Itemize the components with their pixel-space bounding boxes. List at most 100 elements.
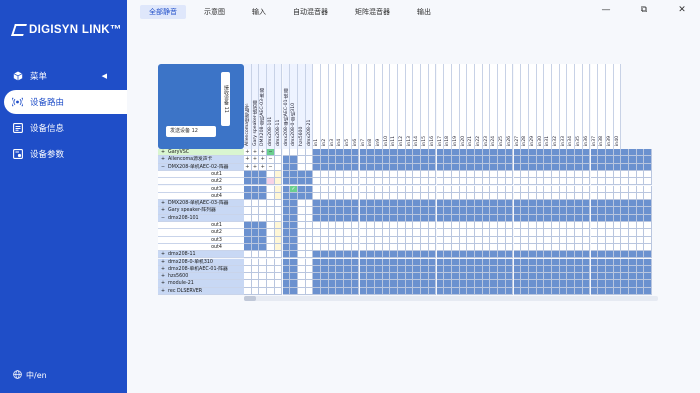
matrix-cell[interactable] (390, 214, 398, 222)
matrix-cell[interactable] (598, 207, 606, 215)
matrix-cell[interactable] (244, 178, 252, 186)
matrix-cell[interactable] (244, 200, 252, 208)
matrix-cell[interactable] (459, 170, 468, 179)
matrix-cell[interactable] (405, 170, 414, 179)
matrix-cell[interactable] (467, 207, 475, 215)
matrix-cell[interactable] (521, 287, 529, 295)
matrix-cell[interactable] (505, 258, 514, 266)
matrix-cell[interactable] (590, 149, 599, 157)
matrix-cell[interactable] (282, 243, 291, 252)
matrix-cell[interactable] (521, 185, 529, 193)
matrix-cell[interactable] (274, 170, 283, 179)
matrix-cell[interactable] (498, 192, 506, 201)
tab-input[interactable]: 输入 (243, 5, 275, 19)
matrix-cell[interactable] (267, 258, 275, 266)
matrix-cell[interactable] (351, 156, 360, 164)
matrix-cell[interactable] (328, 236, 337, 244)
matrix-cell[interactable] (629, 156, 637, 164)
matrix-cell[interactable] (244, 229, 252, 237)
matrix-cell[interactable] (513, 192, 522, 201)
matrix-cell[interactable] (421, 170, 429, 179)
matrix-cell[interactable] (367, 229, 375, 237)
matrix-cell[interactable] (297, 265, 306, 274)
matrix-cell[interactable] (613, 178, 622, 186)
matrix-cell[interactable] (559, 287, 568, 295)
matrix-cell[interactable] (428, 258, 437, 266)
matrix-cell[interactable] (421, 214, 429, 222)
matrix-cell[interactable] (490, 236, 499, 244)
matrix-cell[interactable] (244, 222, 252, 230)
matrix-cell[interactable] (528, 258, 537, 266)
matrix-cell[interactable] (244, 207, 252, 215)
matrix-cell[interactable] (644, 207, 653, 215)
matrix-cell[interactable] (282, 185, 291, 193)
matrix-cell[interactable] (482, 156, 491, 164)
matrix-cell[interactable] (629, 178, 637, 186)
matrix-cell[interactable] (552, 229, 560, 237)
matrix-cell[interactable] (328, 170, 337, 179)
matrix-cell[interactable] (359, 222, 368, 230)
matrix-cell[interactable] (413, 251, 422, 259)
matrix-cell[interactable] (605, 214, 614, 222)
matrix-cell[interactable] (428, 156, 437, 164)
matrix-cell[interactable] (313, 156, 321, 164)
matrix-cell[interactable] (552, 214, 560, 222)
matrix-cell[interactable] (544, 163, 552, 171)
matrix-cell[interactable] (244, 185, 252, 193)
matrix-cell[interactable] (629, 287, 637, 295)
matrix-cell[interactable] (552, 149, 560, 157)
matrix-cell[interactable] (629, 214, 637, 222)
matrix-cell[interactable] (536, 214, 545, 222)
matrix-cell[interactable] (482, 280, 491, 288)
matrix-cell[interactable] (575, 229, 583, 237)
matrix-cell[interactable] (528, 214, 537, 222)
matrix-cell[interactable] (405, 287, 414, 295)
matrix-cell[interactable] (367, 200, 375, 208)
matrix-cell[interactable] (344, 243, 352, 252)
matrix-cell[interactable] (605, 185, 614, 193)
matrix-cell[interactable] (644, 222, 653, 230)
matrix-cell[interactable] (267, 214, 275, 222)
matrix-cell[interactable] (274, 214, 283, 222)
matrix-cell[interactable] (482, 229, 491, 237)
matrix-cell[interactable] (436, 280, 445, 288)
matrix-cell[interactable] (367, 236, 375, 244)
matrix-cell[interactable] (282, 156, 291, 164)
matrix-cell[interactable] (428, 236, 437, 244)
row-device-label[interactable]: + DMX208-单机AEC-03-阵器 (158, 200, 244, 208)
matrix-cell[interactable] (498, 207, 506, 215)
matrix-cell[interactable] (590, 192, 599, 201)
matrix-cell[interactable] (321, 243, 329, 252)
matrix-cell[interactable] (505, 192, 514, 201)
expand-icon[interactable]: + (158, 280, 168, 286)
matrix-cell[interactable] (490, 222, 499, 230)
matrix-cell[interactable] (475, 185, 483, 193)
matrix-cell[interactable] (490, 207, 499, 215)
matrix-cell[interactable] (451, 265, 460, 274)
matrix-cell[interactable] (528, 229, 537, 237)
matrix-cell[interactable] (436, 243, 445, 252)
matrix-cell[interactable] (297, 251, 306, 259)
matrix-cell[interactable] (513, 222, 522, 230)
matrix-cell[interactable] (367, 170, 375, 179)
matrix-cell[interactable] (498, 236, 506, 244)
matrix-cell[interactable] (328, 192, 337, 201)
matrix-cell[interactable] (274, 222, 283, 230)
matrix-cell[interactable] (513, 243, 522, 252)
matrix-cell[interactable] (305, 251, 314, 259)
matrix-cell[interactable] (498, 273, 506, 281)
matrix-cell[interactable] (636, 214, 645, 222)
matrix-cell[interactable] (251, 222, 260, 230)
matrix-cell[interactable] (451, 258, 460, 266)
expand-icon[interactable]: + (158, 149, 168, 155)
matrix-cell[interactable] (521, 222, 529, 230)
matrix-cell[interactable] (451, 149, 460, 157)
matrix-cell[interactable] (321, 192, 329, 201)
matrix-cell[interactable] (244, 258, 252, 266)
matrix-cell[interactable] (421, 156, 429, 164)
matrix-cell[interactable] (582, 156, 591, 164)
matrix-cell[interactable] (451, 185, 460, 193)
matrix-cell[interactable] (513, 236, 522, 244)
matrix-cell[interactable] (405, 192, 414, 201)
matrix-cell[interactable] (582, 163, 591, 171)
